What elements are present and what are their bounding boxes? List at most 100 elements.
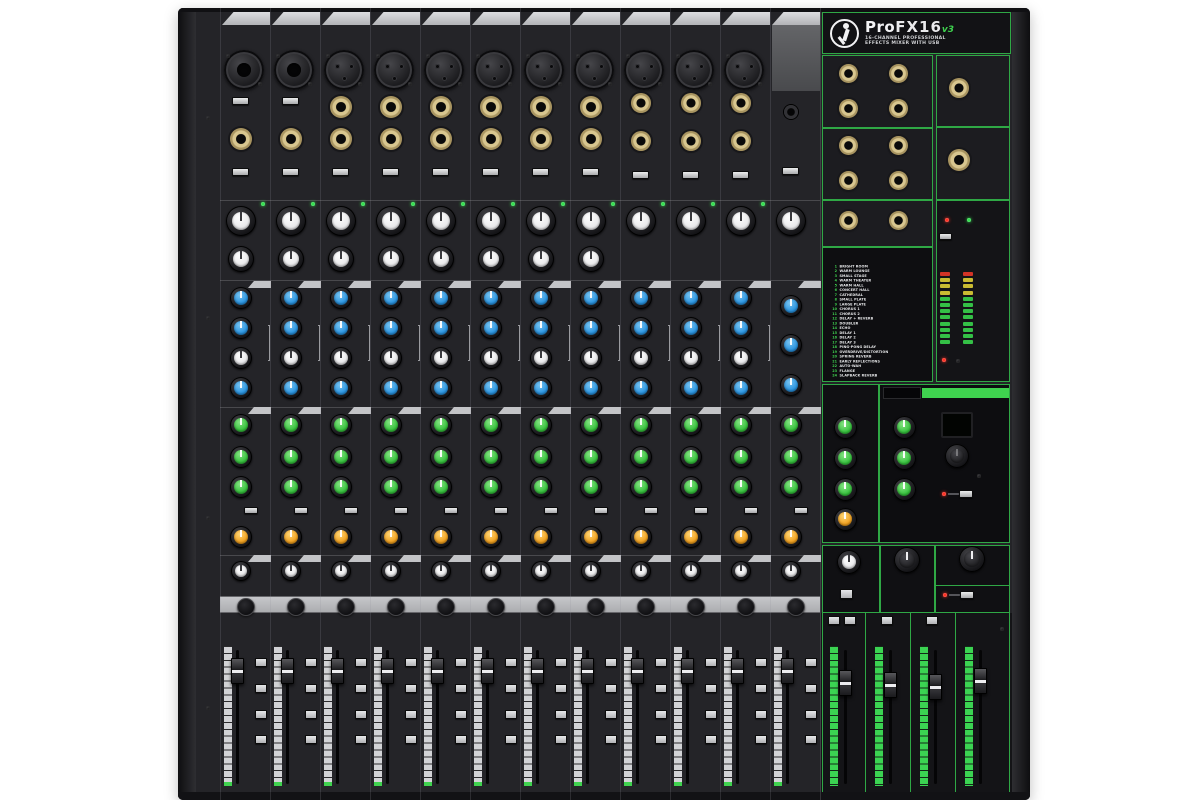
aux-mon1-knob[interactable] (580, 414, 602, 436)
aux-master-fx-knob[interactable] (834, 508, 857, 531)
eq-mid-knob[interactable] (380, 317, 402, 339)
gain-knob[interactable] (376, 206, 406, 236)
low-cut-switch[interactable] (382, 168, 399, 176)
sub3-4-fader[interactable] (929, 674, 942, 700)
post-pre-switch[interactable] (694, 507, 708, 514)
channel-fader[interactable] (231, 658, 244, 684)
sub1-2-fader[interactable] (884, 672, 897, 698)
aux-mon3-knob[interactable] (380, 476, 402, 498)
mute-button[interactable] (337, 598, 355, 616)
eq-mid-knob[interactable] (230, 317, 252, 339)
mute-button[interactable] (237, 598, 255, 616)
assign-1-2-button[interactable] (255, 658, 267, 667)
aux-mon2-knob[interactable] (280, 446, 302, 468)
channel-fader[interactable] (331, 658, 344, 684)
mute-button[interactable] (587, 598, 605, 616)
low-cut-switch[interactable] (582, 168, 599, 176)
pfl-solo-button[interactable] (705, 735, 717, 744)
hiz-switch[interactable] (232, 97, 249, 105)
eq-low-knob[interactable] (630, 377, 652, 399)
pan-knob[interactable] (731, 561, 751, 581)
low-cut-switch[interactable] (232, 168, 249, 176)
aux-mon3-knob[interactable] (330, 476, 352, 498)
fx-send-knob[interactable] (680, 526, 702, 548)
mute-button[interactable] (437, 598, 455, 616)
hiz-switch[interactable] (282, 97, 299, 105)
assign-3-4-button[interactable] (355, 684, 367, 693)
aux-mon3-knob[interactable] (580, 476, 602, 498)
eq-hi-knob[interactable] (430, 287, 452, 309)
aux-mon1-knob[interactable] (730, 414, 752, 436)
aux-mon2-knob[interactable] (730, 446, 752, 468)
aux-mon1-knob[interactable] (230, 414, 252, 436)
channel-fader[interactable] (281, 658, 294, 684)
eq-mid-knob[interactable] (480, 317, 502, 339)
mute-button[interactable] (637, 598, 655, 616)
aux-mon1-knob[interactable] (630, 414, 652, 436)
aux-mon2-knob[interactable] (580, 446, 602, 468)
fx-send-knob[interactable] (430, 526, 452, 548)
assign-lr-button[interactable] (505, 710, 517, 719)
mute-button[interactable] (387, 598, 405, 616)
eq-freq-knob[interactable] (230, 347, 252, 369)
pan-knob[interactable] (331, 561, 351, 581)
post-pre-switch[interactable] (394, 507, 408, 514)
aux-mon3-knob[interactable] (680, 476, 702, 498)
pan-knob[interactable] (481, 561, 501, 581)
sub12-assign-lr-button[interactable] (881, 616, 893, 625)
eq-low-knob[interactable] (480, 377, 502, 399)
assign-3-4-button[interactable] (505, 684, 517, 693)
pfl-solo-button[interactable] (405, 735, 417, 744)
mute-button[interactable] (737, 598, 755, 616)
assign-1-2-button[interactable] (755, 658, 767, 667)
eq-mid-knob[interactable] (680, 317, 702, 339)
gain-knob[interactable] (326, 206, 356, 236)
low-cut-switch[interactable] (332, 168, 349, 176)
post-pre-switch[interactable] (444, 507, 458, 514)
assign-1-2-button[interactable] (455, 658, 467, 667)
phantom-48v-switch[interactable] (939, 233, 952, 240)
aux-mon3-knob[interactable] (280, 476, 302, 498)
aux-mon3-knob[interactable] (480, 476, 502, 498)
aux-master-mon2-knob[interactable] (834, 447, 857, 470)
assign-lr-button[interactable] (355, 710, 367, 719)
blend-knob[interactable] (837, 550, 861, 574)
aux-mon3-knob[interactable] (230, 476, 252, 498)
assign-lr-button[interactable] (305, 710, 317, 719)
channel-fader[interactable] (431, 658, 444, 684)
mute-button[interactable] (787, 598, 805, 616)
post-pre-switch[interactable] (544, 507, 558, 514)
assign-1-2-button[interactable] (705, 658, 717, 667)
eq-low-knob[interactable] (730, 377, 752, 399)
post-pre-switch[interactable] (244, 507, 258, 514)
eq-hi-knob[interactable] (480, 287, 502, 309)
eq-freq-knob[interactable] (280, 347, 302, 369)
pfl-solo-button[interactable] (655, 735, 667, 744)
aux-mon2-knob[interactable] (230, 446, 252, 468)
aux-mon2-knob[interactable] (680, 446, 702, 468)
assign-lr-button[interactable] (655, 710, 667, 719)
assign-lr-button[interactable] (555, 710, 567, 719)
eq-mid-knob[interactable] (280, 317, 302, 339)
assign-1-2-button[interactable] (505, 658, 517, 667)
aux-mon1-knob[interactable] (530, 414, 552, 436)
gain-knob[interactable] (626, 206, 656, 236)
gain-knob[interactable] (576, 206, 606, 236)
phones-knob[interactable] (959, 546, 985, 572)
gain-knob[interactable] (426, 206, 456, 236)
pfl-solo-button[interactable] (305, 735, 317, 744)
assign-3-4-button[interactable] (755, 684, 767, 693)
low-cut-switch[interactable] (682, 171, 699, 179)
assign-3-4-button[interactable] (655, 684, 667, 693)
main-fader[interactable] (974, 668, 987, 694)
pan-knob[interactable] (431, 561, 451, 581)
post-pre-switch[interactable] (294, 507, 308, 514)
aux-mon2-knob[interactable] (330, 446, 352, 468)
aux-mon1-knob[interactable] (330, 414, 352, 436)
fx-send-knob[interactable] (280, 526, 302, 548)
aux-mon2-knob[interactable] (780, 446, 802, 468)
pan-knob[interactable] (281, 561, 301, 581)
eq-low-knob[interactable] (430, 377, 452, 399)
assign-1-2-button[interactable] (655, 658, 667, 667)
aux-mon2-knob[interactable] (530, 446, 552, 468)
